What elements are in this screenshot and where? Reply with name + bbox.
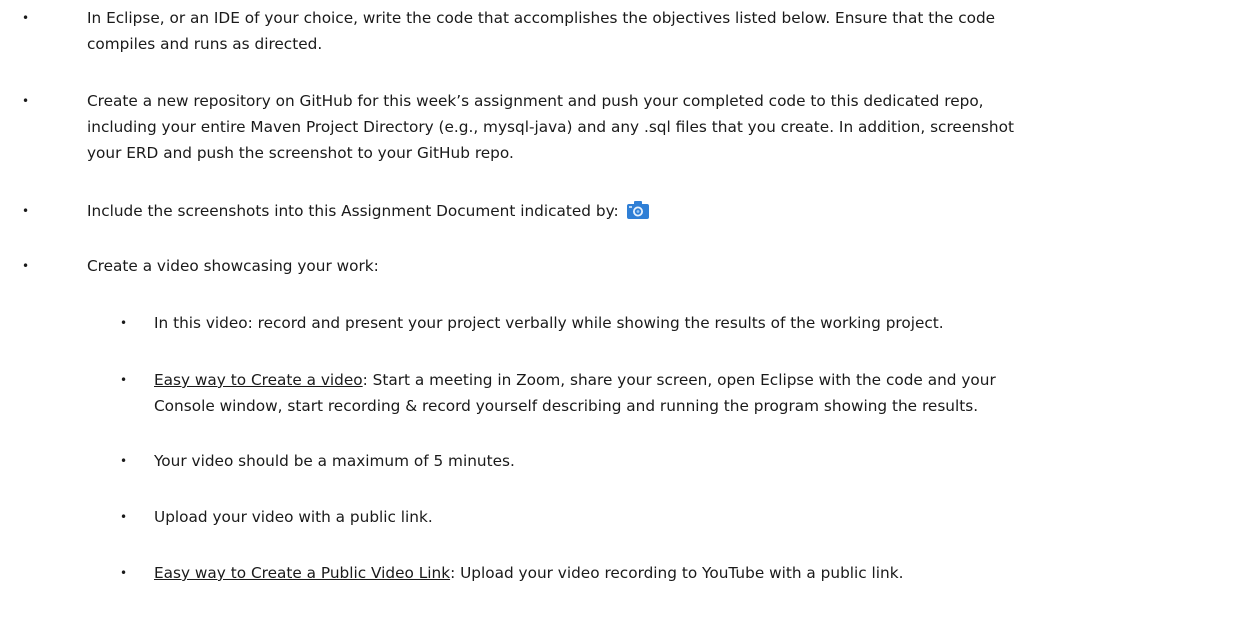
sub-instruction-easy-video-line-1: Easy way to Create a video: Start a meet… [154, 367, 996, 393]
instruction-screenshots: Include the screenshots into this Assign… [87, 198, 649, 227]
sub-instruction-upload-text: Upload your video with a public link. [154, 508, 433, 526]
easy-video-link[interactable]: Easy way to Create a video [154, 371, 363, 389]
public-video-link-text: : Upload your video recording to YouTube… [450, 564, 904, 582]
bullet-marker: • [22, 11, 30, 25]
camera-icon [626, 201, 649, 227]
sub-instruction-easy-video: Easy way to Create a video: Start a meet… [154, 367, 996, 419]
instruction-github-line-1: Create a new repository on GitHub for th… [87, 92, 984, 110]
instruction-github-line-2: including your entire Maven Project Dire… [87, 118, 1014, 136]
sub-instruction-max-length-text: Your video should be a maximum of 5 minu… [154, 452, 515, 470]
easy-video-line-1-text: : Start a meeting in Zoom, share your sc… [362, 371, 996, 389]
bullet-marker: • [22, 204, 30, 218]
instruction-screenshots-text: Include the screenshots into this Assign… [87, 202, 619, 220]
sub-instruction-record: In this video: record and present your p… [154, 310, 944, 336]
sub-bullet-marker: • [120, 316, 128, 330]
public-video-link[interactable]: Easy way to Create a Public Video Link [154, 564, 450, 582]
bullet-marker: • [22, 94, 30, 108]
sub-instruction-upload: Upload your video with a public link. [154, 504, 433, 530]
instruction-github-line-3: your ERD and push the screenshot to your… [87, 144, 514, 162]
sub-instruction-record-text: In this video: record and present your p… [154, 314, 944, 332]
sub-bullet-marker: • [120, 454, 128, 468]
sub-bullet-marker: • [120, 566, 128, 580]
sub-instruction-easy-video-line-2: Console window, start recording & record… [154, 397, 979, 415]
bullet-marker: • [22, 259, 30, 273]
instruction-ide: In Eclipse, or an IDE of your choice, wr… [87, 5, 995, 57]
sub-instruction-public-link: Easy way to Create a Public Video Link: … [154, 560, 903, 586]
sub-instruction-max-length: Your video should be a maximum of 5 minu… [154, 448, 515, 474]
instruction-video: Create a video showcasing your work: [87, 253, 379, 279]
instruction-video-text: Create a video showcasing your work: [87, 257, 379, 275]
instruction-github: Create a new repository on GitHub for th… [87, 88, 1014, 166]
sub-bullet-marker: • [120, 373, 128, 387]
assignment-instructions: • In Eclipse, or an IDE of your choice, … [0, 0, 1254, 641]
sub-bullet-marker: • [120, 510, 128, 524]
instruction-ide-line-2: compiles and runs as directed. [87, 35, 323, 53]
instruction-ide-line-1: In Eclipse, or an IDE of your choice, wr… [87, 9, 996, 27]
